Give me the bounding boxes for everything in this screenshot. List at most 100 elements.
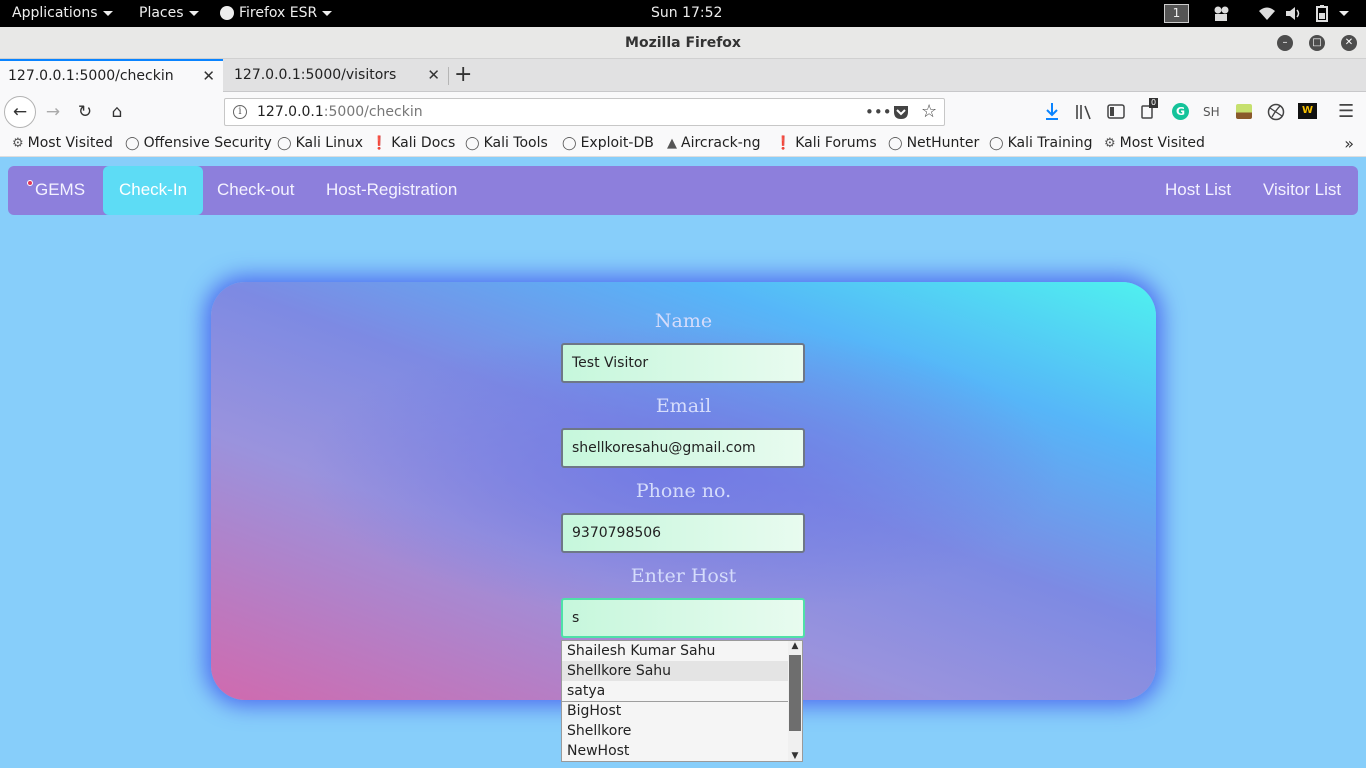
battery-icon[interactable] xyxy=(1314,5,1332,22)
places-menu[interactable]: Places xyxy=(139,0,199,27)
download-icon[interactable] xyxy=(1044,102,1060,122)
suggestion-item[interactable]: Shellkore xyxy=(562,721,788,741)
library-icon[interactable] xyxy=(1075,102,1093,122)
screencast-icon[interactable] xyxy=(1213,5,1231,22)
host-label: Enter Host xyxy=(630,565,737,587)
suggestion-item[interactable]: Shailesh Kumar Sahu xyxy=(562,641,788,661)
suggestion-item[interactable]: NewHost xyxy=(562,741,788,761)
bookmark-kali-docs[interactable]: ❗ Kali Docs xyxy=(371,131,455,157)
bookmarks-toolbar: ⚙ Most Visited ◯ Offensive Security ◯ Kali … xyxy=(0,131,1366,157)
bookmark-kali-tools[interactable]: ◯ Kali Tools xyxy=(465,131,548,157)
globe-icon: ◯ xyxy=(125,136,140,151)
host-input[interactable]: s xyxy=(561,598,805,638)
dropdown-scrollbar[interactable]: ▲ ▼ xyxy=(788,641,802,761)
nav-host-list[interactable]: Host List xyxy=(1165,166,1231,215)
scroll-down-icon[interactable]: ▼ xyxy=(788,751,802,761)
suggestion-item[interactable]: Shellkore Sahu xyxy=(562,661,788,681)
suggestion-item[interactable]: satya xyxy=(562,681,788,701)
brand-logo-icon xyxy=(27,180,33,186)
tab-label: 127.0.0.1:5000/visitors xyxy=(234,67,397,83)
close-window-icon[interactable]: ✕ xyxy=(1341,35,1357,51)
applications-label: Applications xyxy=(12,5,98,21)
extension-landscape-icon[interactable] xyxy=(1236,104,1252,119)
wifi-icon[interactable] xyxy=(1258,5,1276,22)
globe-extension-icon[interactable] xyxy=(1267,102,1285,122)
url-bar[interactable]: i 127.0.0.1:5000/checkin ••• ☆ xyxy=(224,98,945,126)
page-actions-icon[interactable]: ••• xyxy=(865,99,892,125)
tab-checkin[interactable]: 127.0.0.1:5000/checkin ✕ xyxy=(0,59,223,92)
firefox-icon xyxy=(220,6,234,20)
clock[interactable]: Sun 17:52 xyxy=(651,0,722,27)
window-titlebar: Mozilla Firefox – □ ✕ xyxy=(0,27,1366,59)
reload-button[interactable]: ↻ xyxy=(74,98,96,126)
pocket-icon[interactable] xyxy=(893,105,909,120)
bookmark-label: Aircrack-ng xyxy=(681,135,761,151)
wappalyzer-icon[interactable]: W xyxy=(1298,103,1317,119)
chevron-down-icon xyxy=(322,10,333,16)
bookmark-most-visited[interactable]: ⚙ Most Visited xyxy=(12,131,113,157)
site-info-icon[interactable]: i xyxy=(233,105,247,119)
volume-icon[interactable] xyxy=(1284,5,1302,22)
system-menu-chevron-icon[interactable] xyxy=(1339,11,1349,16)
bookmark-exploit-db[interactable]: ◯ Exploit-DB xyxy=(562,131,654,157)
bookmark-kali-forums[interactable]: ❗ Kali Forums xyxy=(775,131,877,157)
kali-dragon-icon: ❗ xyxy=(371,136,388,151)
nav-host-registration[interactable]: Host-Registration xyxy=(326,166,457,215)
scrollbar-thumb[interactable] xyxy=(789,655,801,731)
bookmark-label: Kali Training xyxy=(1007,135,1093,151)
extension-badge: 0 xyxy=(1149,98,1159,108)
phone-label: Phone no. xyxy=(635,480,732,502)
nav-check-in[interactable]: Check-In xyxy=(103,166,204,215)
forward-button[interactable]: → xyxy=(42,98,64,126)
brand-label: GEMS xyxy=(35,180,86,199)
phone-input[interactable]: 9370798506 xyxy=(561,513,805,553)
grammarly-icon[interactable]: G xyxy=(1172,103,1189,120)
bookmark-kali-linux[interactable]: ◯ Kali Linux xyxy=(277,131,363,157)
bookmark-most-visited-2[interactable]: ⚙ Most Visited xyxy=(1104,131,1205,157)
new-tab-icon[interactable]: + xyxy=(454,59,472,92)
sidebar-icon[interactable] xyxy=(1107,102,1125,122)
applications-menu[interactable]: Applications xyxy=(12,0,113,27)
maximize-icon[interactable]: □ xyxy=(1309,35,1325,51)
firefox-app-menu[interactable]: Firefox ESR xyxy=(220,0,333,27)
close-tab-icon[interactable]: ✕ xyxy=(202,61,215,91)
chevron-down-icon xyxy=(102,10,113,16)
name-input[interactable]: Test Visitor xyxy=(561,343,805,383)
bookmarks-overflow-icon[interactable]: » xyxy=(1344,131,1354,156)
workspace-indicator[interactable]: 1 xyxy=(1164,4,1189,23)
firefox-app-label: Firefox ESR xyxy=(239,5,318,21)
gear-icon: ⚙ xyxy=(1104,136,1116,151)
minimize-icon[interactable]: – xyxy=(1277,35,1293,51)
bookmark-nethunter[interactable]: ◯ NetHunter xyxy=(888,131,979,157)
name-label: Name xyxy=(654,310,713,332)
hamburger-menu-icon[interactable]: ☰ xyxy=(1338,102,1354,122)
kali-dragon-icon: ❗ xyxy=(775,136,792,151)
brand-link[interactable]: GEMS xyxy=(27,166,85,215)
nav-check-out[interactable]: Check-out xyxy=(217,166,294,215)
scroll-up-icon[interactable]: ▲ xyxy=(788,641,802,651)
aircrack-icon: ▲ xyxy=(667,136,677,151)
places-label: Places xyxy=(139,5,184,21)
globe-icon: ◯ xyxy=(888,136,903,151)
bookmark-label: Kali Docs xyxy=(391,135,456,151)
suggestion-item[interactable]: BigHost xyxy=(562,701,788,721)
bookmark-label: Kali Linux xyxy=(295,135,364,151)
bookmark-label: Most Visited xyxy=(27,135,113,151)
bookmark-label: Exploit-DB xyxy=(580,135,654,151)
bookmark-aircrack-ng[interactable]: ▲ Aircrack-ng xyxy=(667,131,761,157)
bookmark-star-icon[interactable]: ☆ xyxy=(921,99,937,125)
url-host: 127.0.0.1 xyxy=(257,104,324,120)
close-tab-icon[interactable]: ✕ xyxy=(427,59,440,92)
sh-extension-button[interactable]: SH xyxy=(1203,102,1220,122)
globe-icon: ◯ xyxy=(989,136,1004,151)
home-button[interactable]: ⌂ xyxy=(106,98,128,126)
nav-visitor-list[interactable]: Visitor List xyxy=(1263,166,1341,215)
extension-icon[interactable]: 0 xyxy=(1141,98,1163,122)
back-button[interactable]: ← xyxy=(4,96,36,128)
bookmark-kali-training[interactable]: ◯ Kali Training xyxy=(989,131,1093,157)
tab-visitors[interactable]: 127.0.0.1:5000/visitors ✕ xyxy=(226,59,448,92)
tab-bar: 127.0.0.1:5000/checkin ✕ 127.0.0.1:5000/… xyxy=(0,59,1366,92)
url-text[interactable]: 127.0.0.1:5000/checkin xyxy=(257,99,423,125)
email-input[interactable]: shellkoresahu@gmail.com xyxy=(561,428,805,468)
bookmark-offensive-security[interactable]: ◯ Offensive Security xyxy=(125,131,272,157)
